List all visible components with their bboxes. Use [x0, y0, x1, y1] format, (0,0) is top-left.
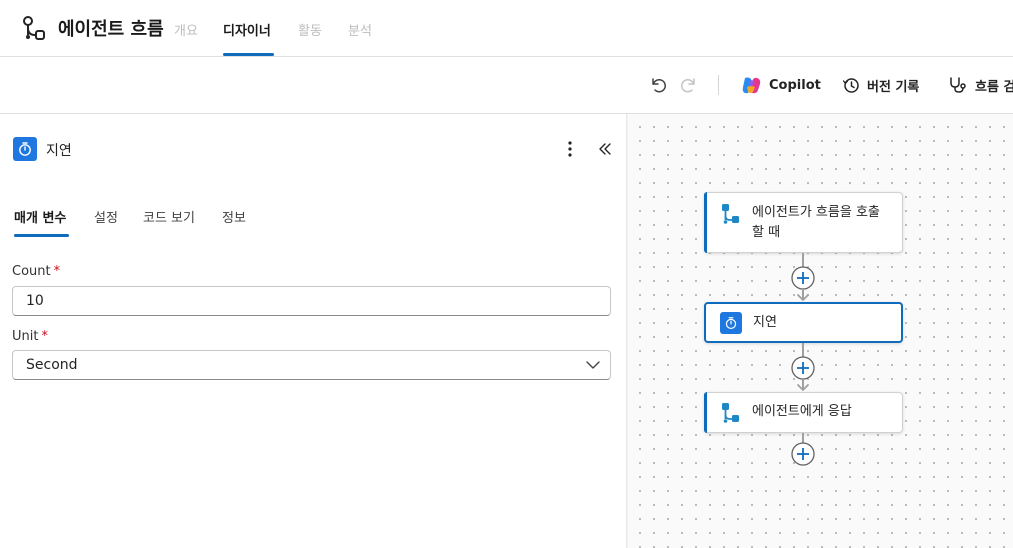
tab-parameters[interactable]: 매개 변수	[14, 207, 66, 226]
active-tab-indicator	[223, 53, 274, 56]
flow-checker-button[interactable]: 흐름 검	[948, 74, 1013, 96]
count-value: 10	[26, 293, 44, 309]
timer-icon	[720, 312, 742, 334]
tab-analytics[interactable]: 분석	[348, 20, 372, 39]
unit-select[interactable]: Second	[12, 350, 611, 380]
app-header: 에이전트 흐름 개요 디자이너 활동 분석	[0, 0, 1013, 57]
unit-value: Second	[26, 357, 78, 373]
action-details-panel: 지연 매개 변수 설정 코드 보기 정보 Count * 10 Unit * Sec…	[0, 114, 626, 548]
tab-activity[interactable]: 활동	[298, 20, 322, 39]
node-accent	[704, 192, 707, 253]
unit-label: Unit *	[12, 329, 48, 344]
collapse-panel-icon[interactable]	[597, 141, 613, 157]
designer-toolbar: Copilot 버전 기록 흐름 검	[0, 57, 1013, 114]
stethoscope-icon	[950, 77, 966, 93]
more-options-icon[interactable]	[562, 140, 578, 158]
tab-designer[interactable]: 디자이너	[223, 20, 271, 39]
required-marker: *	[53, 264, 61, 279]
copilot-icon	[742, 77, 761, 93]
respond-node[interactable]: 에이전트에게 응답	[704, 392, 903, 433]
undo-icon[interactable]	[649, 76, 667, 94]
timer-icon	[13, 137, 37, 161]
tab-settings[interactable]: 설정	[94, 207, 118, 226]
node-label: 에이전트에게 응답	[752, 404, 852, 419]
toolbar-divider	[718, 75, 719, 95]
add-step-icon[interactable]	[791, 442, 815, 466]
flow-title: 에이전트 흐름	[58, 19, 164, 40]
redo-icon[interactable]	[680, 76, 698, 94]
chevron-down-icon	[586, 361, 600, 369]
flow-checker-label: 흐름 검	[975, 79, 1013, 95]
history-icon	[842, 78, 859, 93]
tab-overview[interactable]: 개요	[174, 20, 198, 39]
version-history-button[interactable]: 버전 기록	[842, 74, 919, 96]
delay-node[interactable]: 지연	[704, 302, 903, 343]
panel-title: 지연	[46, 143, 72, 159]
count-label: Count *	[12, 264, 61, 279]
required-marker: *	[41, 329, 48, 344]
count-input[interactable]: 10	[12, 286, 611, 316]
node-label: 지연	[753, 315, 777, 330]
node-accent	[704, 392, 707, 433]
active-panel-tab-indicator	[14, 234, 69, 237]
flow-canvas[interactable]: 에이전트가 흐름을 호출 할 때 지연 에이전트에게 응답	[629, 114, 1013, 548]
tab-code-view[interactable]: 코드 보기	[143, 207, 195, 226]
version-history-label: 버전 기록	[867, 79, 920, 95]
tab-about[interactable]: 정보	[222, 207, 246, 226]
trigger-node[interactable]: 에이전트가 흐름을 호출 할 때	[704, 192, 903, 253]
arrow-down-icon	[797, 384, 809, 391]
arrow-down-icon	[797, 294, 809, 301]
agent-flow-icon	[722, 204, 739, 224]
agent-flow-icon	[722, 403, 739, 423]
copilot-label: Copilot	[769, 77, 821, 93]
add-step-icon[interactable]	[791, 266, 815, 290]
copilot-button[interactable]: Copilot	[741, 74, 821, 96]
flow-icon	[23, 16, 45, 40]
add-step-icon[interactable]	[791, 356, 815, 380]
node-label: 에이전트가 흐름을 호출 할 때	[752, 205, 880, 240]
